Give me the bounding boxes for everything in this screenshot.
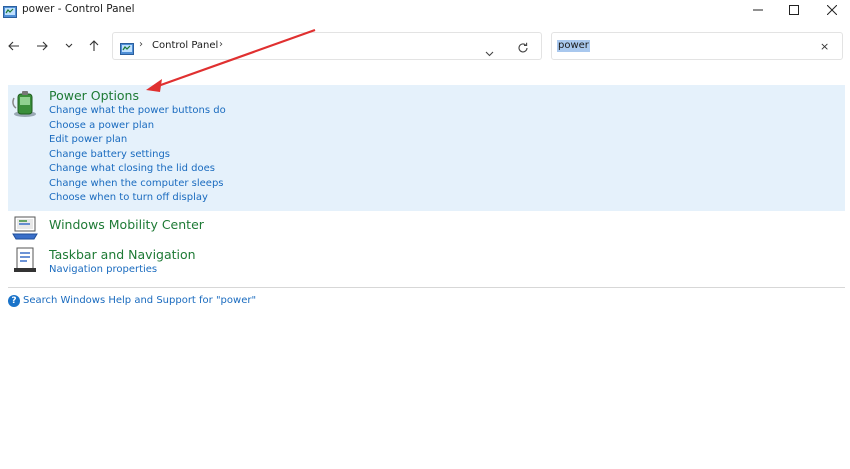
task-link-edit-plan[interactable]: Edit power plan (49, 134, 127, 145)
forward-button[interactable] (34, 38, 50, 54)
category-title-power-options[interactable]: Power Options (49, 88, 139, 103)
arrow-up-icon (89, 40, 99, 51)
task-link-power-buttons[interactable]: Change what the power buttons do (49, 105, 226, 116)
divider (8, 287, 845, 288)
battery-icon[interactable] (10, 88, 40, 118)
minimize-icon (753, 9, 763, 11)
close-icon (827, 5, 837, 15)
task-link-closing-lid[interactable]: Change what closing the lid does (49, 163, 215, 174)
window-title: power - Control Panel (22, 3, 135, 15)
control-panel-icon (120, 40, 134, 55)
up-button[interactable] (86, 38, 102, 54)
arrow-left-icon (8, 41, 19, 51)
arrow-right-icon (37, 41, 48, 51)
back-button[interactable] (6, 38, 22, 54)
refresh-button[interactable] (517, 39, 529, 58)
search-input[interactable]: power (557, 40, 590, 52)
recent-locations-button[interactable] (61, 38, 77, 54)
help-icon: ? (8, 295, 20, 307)
control-panel-icon (3, 3, 17, 18)
task-link-choose-plan[interactable]: Choose a power plan (49, 120, 154, 131)
annotation-arrow (146, 28, 316, 92)
chevron-down-icon (485, 51, 494, 57)
maximize-button[interactable] (776, 0, 812, 20)
minimize-button[interactable] (740, 0, 776, 20)
clear-search-button[interactable]: × (820, 40, 829, 53)
chevron-down-icon (65, 43, 73, 48)
search-box[interactable]: power × (551, 32, 843, 60)
chevron-right-icon[interactable]: › (139, 39, 143, 50)
task-link-computer-sleeps[interactable]: Change when the computer sleeps (49, 178, 224, 189)
maximize-icon (789, 5, 799, 15)
task-link-turn-off-display[interactable]: Choose when to turn off display (49, 192, 208, 203)
refresh-icon (518, 42, 528, 53)
task-link-battery-settings[interactable]: Change battery settings (49, 149, 170, 160)
mobility-center-icon[interactable] (11, 214, 41, 244)
category-title-taskbar-navigation[interactable]: Taskbar and Navigation (49, 247, 196, 262)
taskbar-icon[interactable] (11, 246, 41, 276)
category-title-mobility-center[interactable]: Windows Mobility Center (49, 217, 204, 232)
search-help-link[interactable]: Search Windows Help and Support for "pow… (23, 295, 256, 306)
address-dropdown-button[interactable] (485, 42, 494, 61)
chevron-right-icon[interactable]: › (219, 39, 223, 50)
address-bar[interactable]: › Control Panel › (112, 32, 542, 60)
title-bar: power - Control Panel (0, 0, 850, 20)
breadcrumb-control-panel[interactable]: Control Panel (152, 40, 218, 51)
task-link-navigation-properties[interactable]: Navigation properties (49, 264, 157, 275)
close-window-button[interactable] (814, 0, 850, 20)
